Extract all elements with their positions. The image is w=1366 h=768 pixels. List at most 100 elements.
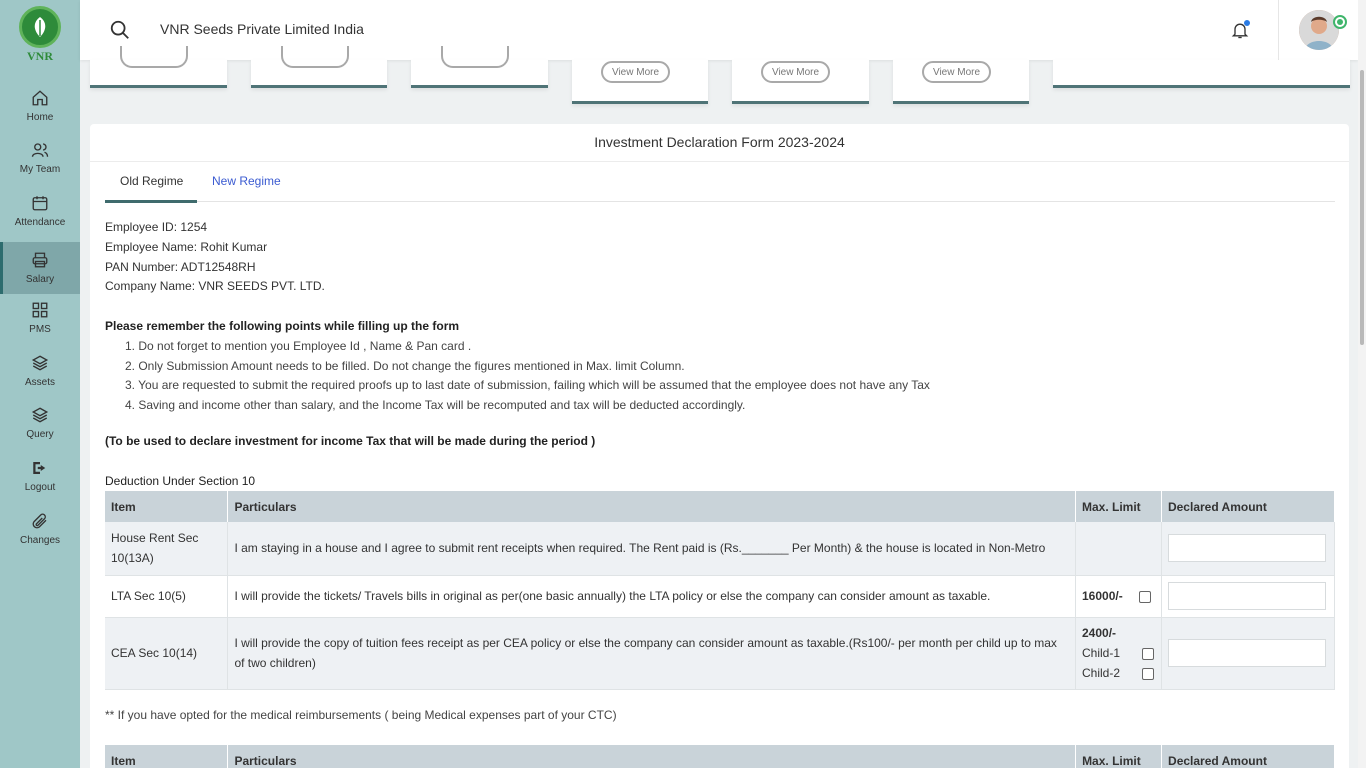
form-title: Investment Declaration Form 2023-2024 [594, 134, 845, 150]
sidebar-item-logout[interactable]: Logout [0, 450, 80, 502]
column-header: Particulars [227, 745, 1077, 768]
scrollbar-thumb[interactable] [1360, 70, 1364, 345]
summary-card: View More [732, 60, 869, 104]
column-header: Max. Limit [1075, 745, 1163, 768]
particulars-cell: I will provide the tickets/ Travels bill… [227, 575, 1076, 618]
sidebar-item-label: Attendance [14, 217, 66, 228]
active-tab-indicator [105, 200, 197, 203]
child-2-checkbox[interactable] [1142, 667, 1155, 680]
medical-table: Item Particulars Max. Limit Declared Amo… [105, 745, 1335, 768]
sidebar-item-label: Home [26, 112, 54, 123]
sidebar-item-pms[interactable]: PMS [0, 292, 80, 344]
divider [90, 161, 1349, 162]
period-note: (To be used to declare investment for in… [105, 434, 596, 448]
declared-amount-input[interactable] [1167, 639, 1326, 667]
column-header: Declared Amount [1161, 745, 1335, 768]
limit-cell: 2400/- Child-1 Child-2 [1075, 617, 1162, 690]
column-header: Item [105, 491, 229, 522]
limit-cell: 16000/- [1075, 575, 1162, 618]
lta-checkbox[interactable] [1138, 590, 1151, 603]
printer-icon [32, 252, 48, 268]
grid-icon [32, 302, 48, 318]
sidebar-item-label: Assets [24, 377, 55, 388]
item-cell: LTA Sec 10(5) [105, 575, 229, 618]
child-1-checkbox[interactable] [1142, 647, 1155, 660]
instructions-heading: Please remember the following points whi… [105, 319, 460, 333]
sidebar-item-salary[interactable]: Salary [0, 242, 80, 294]
sidebar-item-home[interactable]: Home [0, 80, 80, 132]
table-row: House Rent Sec 10(13A) I am staying in a… [105, 522, 1336, 576]
sidebar-item-query[interactable]: Query [0, 397, 80, 449]
summary-card: View More [572, 60, 708, 104]
sidebar-item-label: My Team [19, 164, 61, 175]
notification-dot [1244, 20, 1250, 26]
company-name: VNR Seeds Private Limited India [160, 21, 364, 37]
summary-card: View More [893, 60, 1029, 104]
child-2-label: Child-2 [1082, 666, 1121, 680]
team-icon [31, 143, 49, 157]
section-heading: Deduction Under Section 10 [105, 474, 256, 488]
declared-cell [1161, 617, 1336, 690]
vnr-logo[interactable]: VNR [0, 0, 80, 70]
sidebar-item-assets[interactable]: Assets [0, 345, 80, 397]
sidebar: VNR Home My Team Attendance Salary PMS A… [0, 0, 80, 768]
view-more-button[interactable] [281, 46, 349, 68]
view-more-button[interactable]: View More [761, 61, 830, 83]
company-name-info: Company Name: VNR SEEDS PVT. LTD. [105, 279, 325, 293]
summary-card [1053, 60, 1350, 88]
declared-cell [1161, 522, 1336, 576]
column-header: Max. Limit [1075, 491, 1162, 522]
instruction-point: 2. Only Submission Amount needs to be fi… [125, 359, 685, 373]
sidebar-item-my-team[interactable]: My Team [0, 132, 80, 184]
view-more-button[interactable] [120, 46, 188, 68]
divider [1278, 0, 1279, 60]
calendar-icon [32, 196, 48, 211]
medical-note: ** If you have opted for the medical rei… [105, 708, 617, 722]
child-1-label: Child-1 [1082, 646, 1121, 660]
summary-card [251, 46, 387, 88]
employee-id: Employee ID: 1254 [105, 220, 208, 234]
declared-amount-input[interactable] [1167, 582, 1326, 610]
paperclip-icon [32, 513, 47, 529]
sidebar-item-label: Salary [25, 274, 55, 285]
avatar[interactable] [1299, 10, 1339, 50]
instruction-point: 4. Saving and income other than salary, … [125, 398, 746, 412]
declared-amount-input[interactable] [1167, 534, 1326, 563]
view-more-button[interactable] [441, 46, 509, 68]
summary-card [411, 46, 548, 88]
section10-table: Item Particulars Max. Limit Declared Amo… [105, 491, 1336, 690]
limit-cell [1075, 522, 1162, 576]
page-scrollbar[interactable] [1358, 0, 1366, 768]
instruction-point: 3. You are requested to submit the requi… [125, 378, 930, 392]
sidebar-item-label: PMS [29, 324, 51, 335]
investment-form-panel: Investment Declaration Form 2023-2024 Ol… [90, 124, 1349, 768]
sidebar-item-label: Query [26, 429, 54, 440]
max-limit-value: 2400/- [1082, 626, 1117, 640]
online-status-icon [1333, 15, 1347, 29]
logo-text: VNR [27, 49, 53, 63]
leaf-icon [19, 6, 61, 48]
tab-new-regime[interactable]: New Regime [212, 174, 281, 188]
sidebar-item-changes[interactable]: Changes [0, 503, 80, 555]
particulars-cell: I will provide the copy of tuition fees … [227, 617, 1076, 690]
sidebar-item-attendance[interactable]: Attendance [0, 185, 80, 237]
view-more-button[interactable]: View More [922, 61, 991, 83]
item-cell: CEA Sec 10(14) [105, 617, 229, 690]
view-more-button[interactable]: View More [601, 61, 670, 83]
max-limit-value: 16000/- [1082, 589, 1123, 603]
search-icon[interactable] [109, 19, 131, 41]
top-bar: VNR Seeds Private Limited India [80, 0, 1358, 60]
column-header: Item [105, 745, 229, 768]
pan-number: PAN Number: ADT12548RH [105, 260, 256, 274]
tabs-divider [105, 201, 1335, 202]
particulars-cell: I am staying in a house and I agree to s… [227, 522, 1076, 576]
table-row: CEA Sec 10(14) I will provide the copy o… [105, 617, 1336, 690]
table-row: LTA Sec 10(5) I will provide the tickets… [105, 575, 1336, 618]
tab-old-regime[interactable]: Old Regime [120, 174, 183, 188]
summary-card [90, 46, 227, 88]
sidebar-item-label: Logout [24, 482, 56, 493]
sidebar-item-label: Changes [19, 535, 61, 546]
item-cell: House Rent Sec 10(13A) [105, 522, 229, 576]
layers-icon [31, 407, 49, 423]
logout-icon [33, 462, 46, 474]
